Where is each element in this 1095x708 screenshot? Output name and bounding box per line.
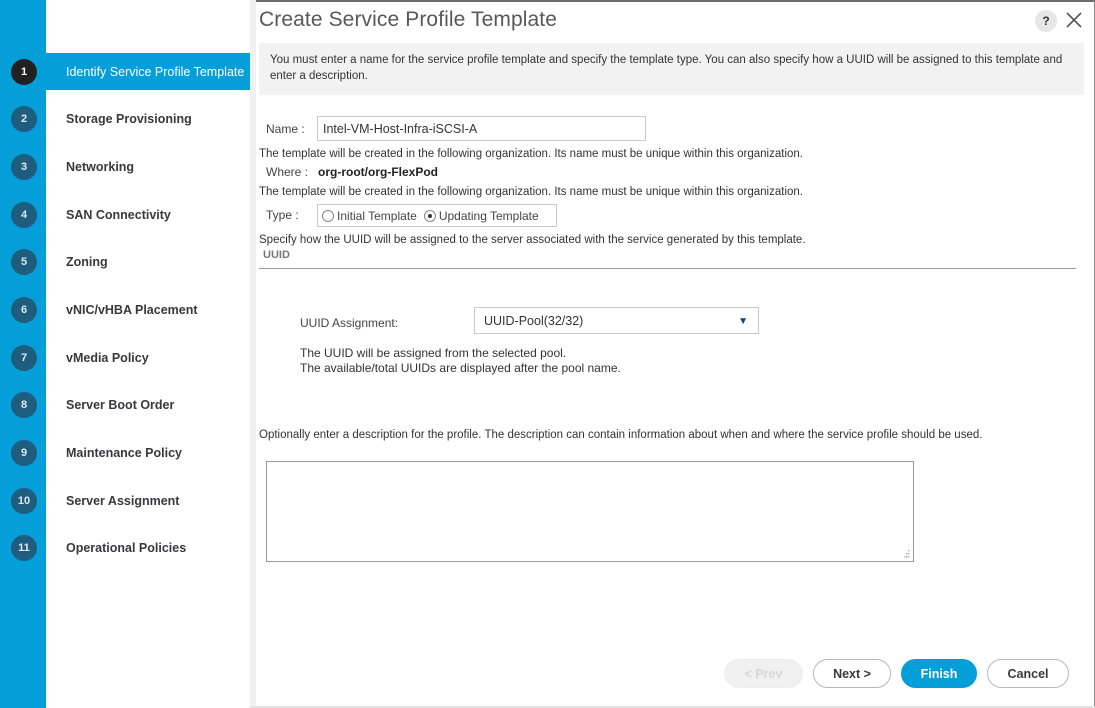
step-number-badge: 7 — [11, 344, 37, 371]
where-label: Where : — [266, 165, 309, 179]
wizard-step-5[interactable]: 5 Zoning — [0, 243, 250, 280]
wizard-step-10[interactable]: 10 Server Assignment — [0, 482, 250, 519]
step-label: vMedia Policy — [66, 350, 149, 365]
chevron-down-icon: ▼ — [738, 316, 748, 327]
step-label: vNIC/vHBA Placement — [66, 302, 198, 317]
description-textarea[interactable] — [266, 461, 914, 562]
wizard-step-9[interactable]: 9 Maintenance Policy — [0, 434, 250, 471]
radio-initial-template[interactable]: Initial Template — [322, 209, 417, 223]
uuid-section-header: UUID — [263, 249, 290, 261]
step-label: Storage Provisioning — [66, 111, 192, 126]
step-label: Maintenance Policy — [66, 445, 183, 460]
radio-initial-circle[interactable] — [322, 209, 334, 222]
step-number-badge: 6 — [11, 296, 37, 323]
step-label: Identify Service Profile Template — [66, 64, 245, 79]
name-label: Name : — [266, 122, 305, 136]
help-button[interactable]: ? — [1035, 10, 1057, 32]
step-label: Server Assignment — [66, 493, 180, 508]
step-number-badge: 11 — [11, 534, 37, 561]
wizard-step-2[interactable]: 2 Storage Provisioning — [0, 100, 250, 137]
uuid-assignment-label: UUID Assignment: — [300, 316, 399, 330]
radio-updating-template[interactable]: Updating Template — [423, 208, 539, 223]
org-note-2: The template will be created in the foll… — [259, 186, 803, 198]
wizard-step-11[interactable]: 11 Operational Policies — [0, 529, 250, 566]
where-value: org-root/org-FlexPod — [318, 165, 438, 179]
radio-initial-label: Initial Template — [337, 208, 417, 223]
step-number-badge: 10 — [11, 487, 37, 514]
wizard-step-6[interactable]: 6 vNIC/vHBA Placement — [0, 291, 250, 328]
uuid-assignment-value: UUID-Pool(32/32) — [484, 313, 584, 328]
uuid-assignment-select[interactable]: UUID-Pool(32/32) ▼ — [474, 307, 759, 334]
uuid-divider — [259, 268, 1076, 269]
sidebar-divider — [250, 0, 256, 708]
next-button[interactable]: Next > — [813, 659, 891, 688]
step-label: SAN Connectivity — [66, 207, 171, 222]
finish-button[interactable]: Finish — [901, 659, 977, 688]
uuid-note: Specify how the UUID will be assigned to… — [259, 234, 806, 246]
radio-updating-label: Updating Template — [438, 208, 539, 223]
org-note: The template will be created in the foll… — [259, 148, 803, 160]
template-type-group: Initial Template Updating Template — [317, 204, 557, 227]
prev-button[interactable]: < Prev — [724, 659, 803, 688]
step-label: Server Boot Order — [66, 397, 175, 412]
wizard-step-1[interactable]: 1 Identify Service Profile Template — [0, 53, 250, 90]
step-label: Zoning — [66, 254, 108, 269]
close-button[interactable] — [1063, 8, 1085, 32]
uuid-help-1: The UUID will be assigned from the selec… — [300, 346, 567, 360]
radio-updating-circle[interactable] — [423, 209, 436, 222]
wizard-step-8[interactable]: 8 Server Boot Order — [0, 386, 250, 423]
wizard-step-3[interactable]: 3 Networking — [0, 148, 250, 185]
step-number-badge: 9 — [11, 439, 37, 466]
dialog-title: Create Service Profile Template — [259, 8, 558, 31]
step-number-badge: 1 — [11, 58, 37, 85]
resize-grip-icon[interactable] — [901, 549, 911, 559]
step-number-badge: 4 — [11, 201, 37, 228]
step-number-badge: 5 — [11, 248, 37, 275]
wizard-step-7[interactable]: 7 vMedia Policy — [0, 339, 250, 376]
step-number-badge: 3 — [11, 153, 37, 180]
info-banner: You must enter a name for the service pr… — [259, 43, 1084, 95]
wizard-step-4[interactable]: 4 SAN Connectivity — [0, 196, 250, 233]
type-label: Type : — [266, 208, 299, 222]
close-icon — [1066, 12, 1082, 28]
help-icon: ? — [1042, 14, 1050, 28]
step-label: Networking — [66, 159, 135, 174]
step-label: Operational Policies — [66, 540, 187, 555]
name-input[interactable] — [317, 116, 646, 141]
cancel-button[interactable]: Cancel — [987, 659, 1069, 688]
uuid-help-2: The available/total UUIDs are displayed … — [300, 361, 621, 375]
step-number-badge: 8 — [11, 391, 37, 418]
description-note: Optionally enter a description for the p… — [259, 429, 983, 441]
step-number-badge: 2 — [11, 105, 37, 132]
